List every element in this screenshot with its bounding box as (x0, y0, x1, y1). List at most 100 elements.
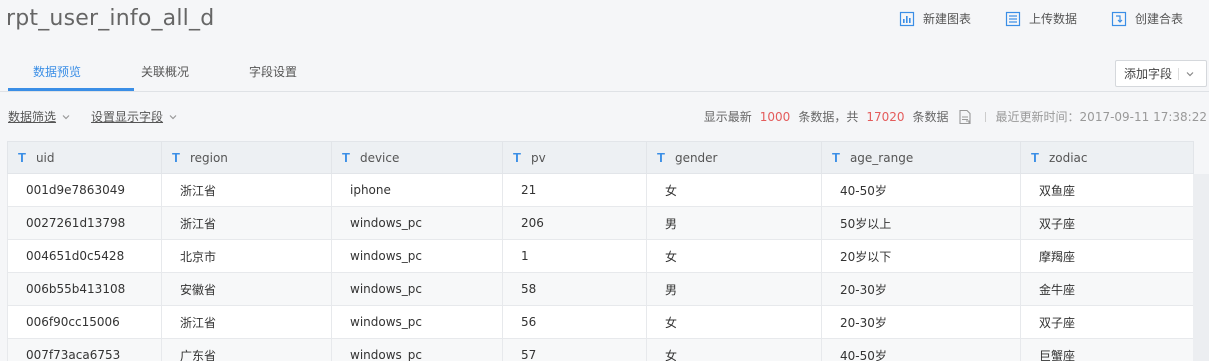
text-type-icon: T (513, 150, 521, 165)
column-label: region (189, 151, 228, 165)
text-type-icon: T (18, 150, 26, 165)
column-header-region[interactable]: Tregion (161, 141, 332, 174)
table-cell: 摩羯座 (1020, 239, 1194, 273)
column-label: pv (530, 151, 546, 165)
column-header-zodiac[interactable]: Tzodiac (1020, 141, 1194, 174)
text-type-icon: T (172, 150, 180, 165)
tab-data-preview[interactable]: 数据预览 (33, 63, 81, 80)
last-updated: 最近更新时间：2017-09-11 17:38:22 (995, 110, 1207, 124)
table-cell: 0027261d13798 (7, 206, 162, 240)
table-cell: 金牛座 (1020, 272, 1194, 306)
info-prefix: 显示最新 (703, 110, 752, 124)
table-cell: 双鱼座 (1020, 173, 1194, 207)
display-fields-dropdown[interactable]: 设置显示字段 (91, 108, 178, 125)
table-cell: 男 (646, 206, 822, 240)
table-cell: 206 (502, 206, 647, 240)
table-cell: 双子座 (1020, 206, 1194, 240)
column-label: uid (35, 151, 55, 165)
table-cell: 女 (646, 305, 822, 339)
data-filter-label: 数据筛选 (8, 110, 57, 124)
table-cell: 双子座 (1020, 305, 1194, 339)
upload-data-button[interactable]: 上传数据 (1005, 10, 1077, 27)
table-header-row: Tuid Tregion Tdevice Tpv Tgender Tage_ra… (7, 141, 1194, 174)
info-middle: 条数据，共 (798, 110, 859, 124)
table-cell: 女 (646, 173, 822, 207)
display-fields-label: 设置显示字段 (91, 110, 164, 124)
text-type-icon: T (1031, 150, 1039, 165)
table-cell: 001d9e7863049 (7, 173, 162, 207)
add-field-label: 添加字段 (1124, 67, 1173, 81)
column-header-age-range[interactable]: Tage_range (821, 141, 1021, 174)
merge-table-icon (1111, 11, 1127, 26)
data-info: 显示最新 1000 条数据，共 17020 条数据 最近更新时间：2017-09… (704, 108, 1207, 125)
table-cell: 安徽省 (161, 272, 332, 306)
column-header-gender[interactable]: Tgender (646, 141, 822, 174)
merge-table-button[interactable]: 创建合表 (1111, 10, 1183, 27)
table-cell: windows_pc (331, 272, 503, 306)
chevron-down-icon (169, 114, 177, 119)
table-cell: 20-30岁 (821, 272, 1021, 306)
active-tab-indicator (8, 88, 134, 91)
export-icon[interactable] (957, 109, 973, 125)
table-row: 001d9e7863049 浙江省 iphone 21 女 40-50岁 双鱼座 (7, 173, 1194, 207)
column-label: age_range (849, 151, 914, 165)
data-filter-dropdown[interactable]: 数据筛选 (8, 108, 71, 125)
page-title: rpt_user_info_all_d (6, 6, 215, 31)
tab-relation-overview[interactable]: 关联概况 (141, 63, 189, 80)
table-cell: windows_pc (331, 206, 503, 240)
table-cell: iphone (331, 173, 503, 207)
table-cell: 浙江省 (161, 173, 332, 207)
data-table-container: Tuid Tregion Tdevice Tpv Tgender Tage_ra… (7, 141, 1209, 361)
table-cell: 巨蟹座 (1020, 338, 1194, 361)
vertical-scrollbar[interactable] (1193, 174, 1209, 361)
table-cell: windows_pc (331, 338, 503, 361)
chevron-down-icon (1186, 71, 1194, 76)
table-cell: 40-50岁 (821, 338, 1021, 361)
table-cell: 006f90cc15006 (7, 305, 162, 339)
upload-data-label: 上传数据 (1028, 12, 1077, 26)
table-cell: 北京市 (161, 239, 332, 273)
table-row: 0027261d13798 浙江省 windows_pc 206 男 50岁以上… (7, 206, 1194, 240)
table-cell: 50岁以上 (821, 206, 1021, 240)
text-type-icon: T (832, 150, 840, 165)
chevron-down-icon (62, 114, 70, 119)
table-cell: windows_pc (331, 239, 503, 273)
total-count: 17020 (866, 109, 905, 124)
table-cell: 女 (646, 239, 822, 273)
table-cell: 21 (502, 173, 647, 207)
table-cell: 56 (502, 305, 647, 339)
table-cell: 007f73aca6753 (7, 338, 162, 361)
table-cell: windows_pc (331, 305, 503, 339)
shown-count: 1000 (759, 109, 791, 124)
text-type-icon: T (342, 150, 350, 165)
table-cell: 40-50岁 (821, 173, 1021, 207)
table-cell: 004651d0c5428 (7, 239, 162, 273)
bar-chart-icon (899, 11, 915, 26)
table-row: 006f90cc15006 浙江省 windows_pc 56 女 20-30岁… (7, 305, 1194, 339)
table-cell: 006b55b413108 (7, 272, 162, 306)
table-cell: 浙江省 (161, 305, 332, 339)
table-cell: 浙江省 (161, 206, 332, 240)
merge-table-label: 创建合表 (1134, 12, 1183, 26)
tab-bar: 数据预览 关联概况 字段设置 (0, 50, 1209, 92)
info-suffix: 条数据 (912, 110, 949, 124)
column-header-pv[interactable]: Tpv (502, 141, 647, 174)
table-cell: 广东省 (161, 338, 332, 361)
table-cell: 58 (502, 272, 647, 306)
text-type-icon: T (657, 150, 665, 165)
column-label: zodiac (1048, 151, 1088, 165)
divider (1178, 67, 1180, 80)
tab-field-settings[interactable]: 字段设置 (249, 63, 297, 80)
table-cell: 20岁以下 (821, 239, 1021, 273)
new-chart-button[interactable]: 新建图表 (899, 10, 971, 27)
table-cell: 女 (646, 338, 822, 361)
column-header-device[interactable]: Tdevice (331, 141, 503, 174)
column-header-uid[interactable]: Tuid (7, 141, 162, 174)
top-actions: 新建图表 上传数据 创建合表 (899, 10, 1183, 27)
add-field-dropdown[interactable]: 添加字段 (1115, 60, 1207, 87)
table-cell: 男 (646, 272, 822, 306)
table-cell: 57 (502, 338, 647, 361)
column-label: gender (674, 151, 718, 165)
divider (984, 111, 986, 122)
table-cell: 1 (502, 239, 647, 273)
